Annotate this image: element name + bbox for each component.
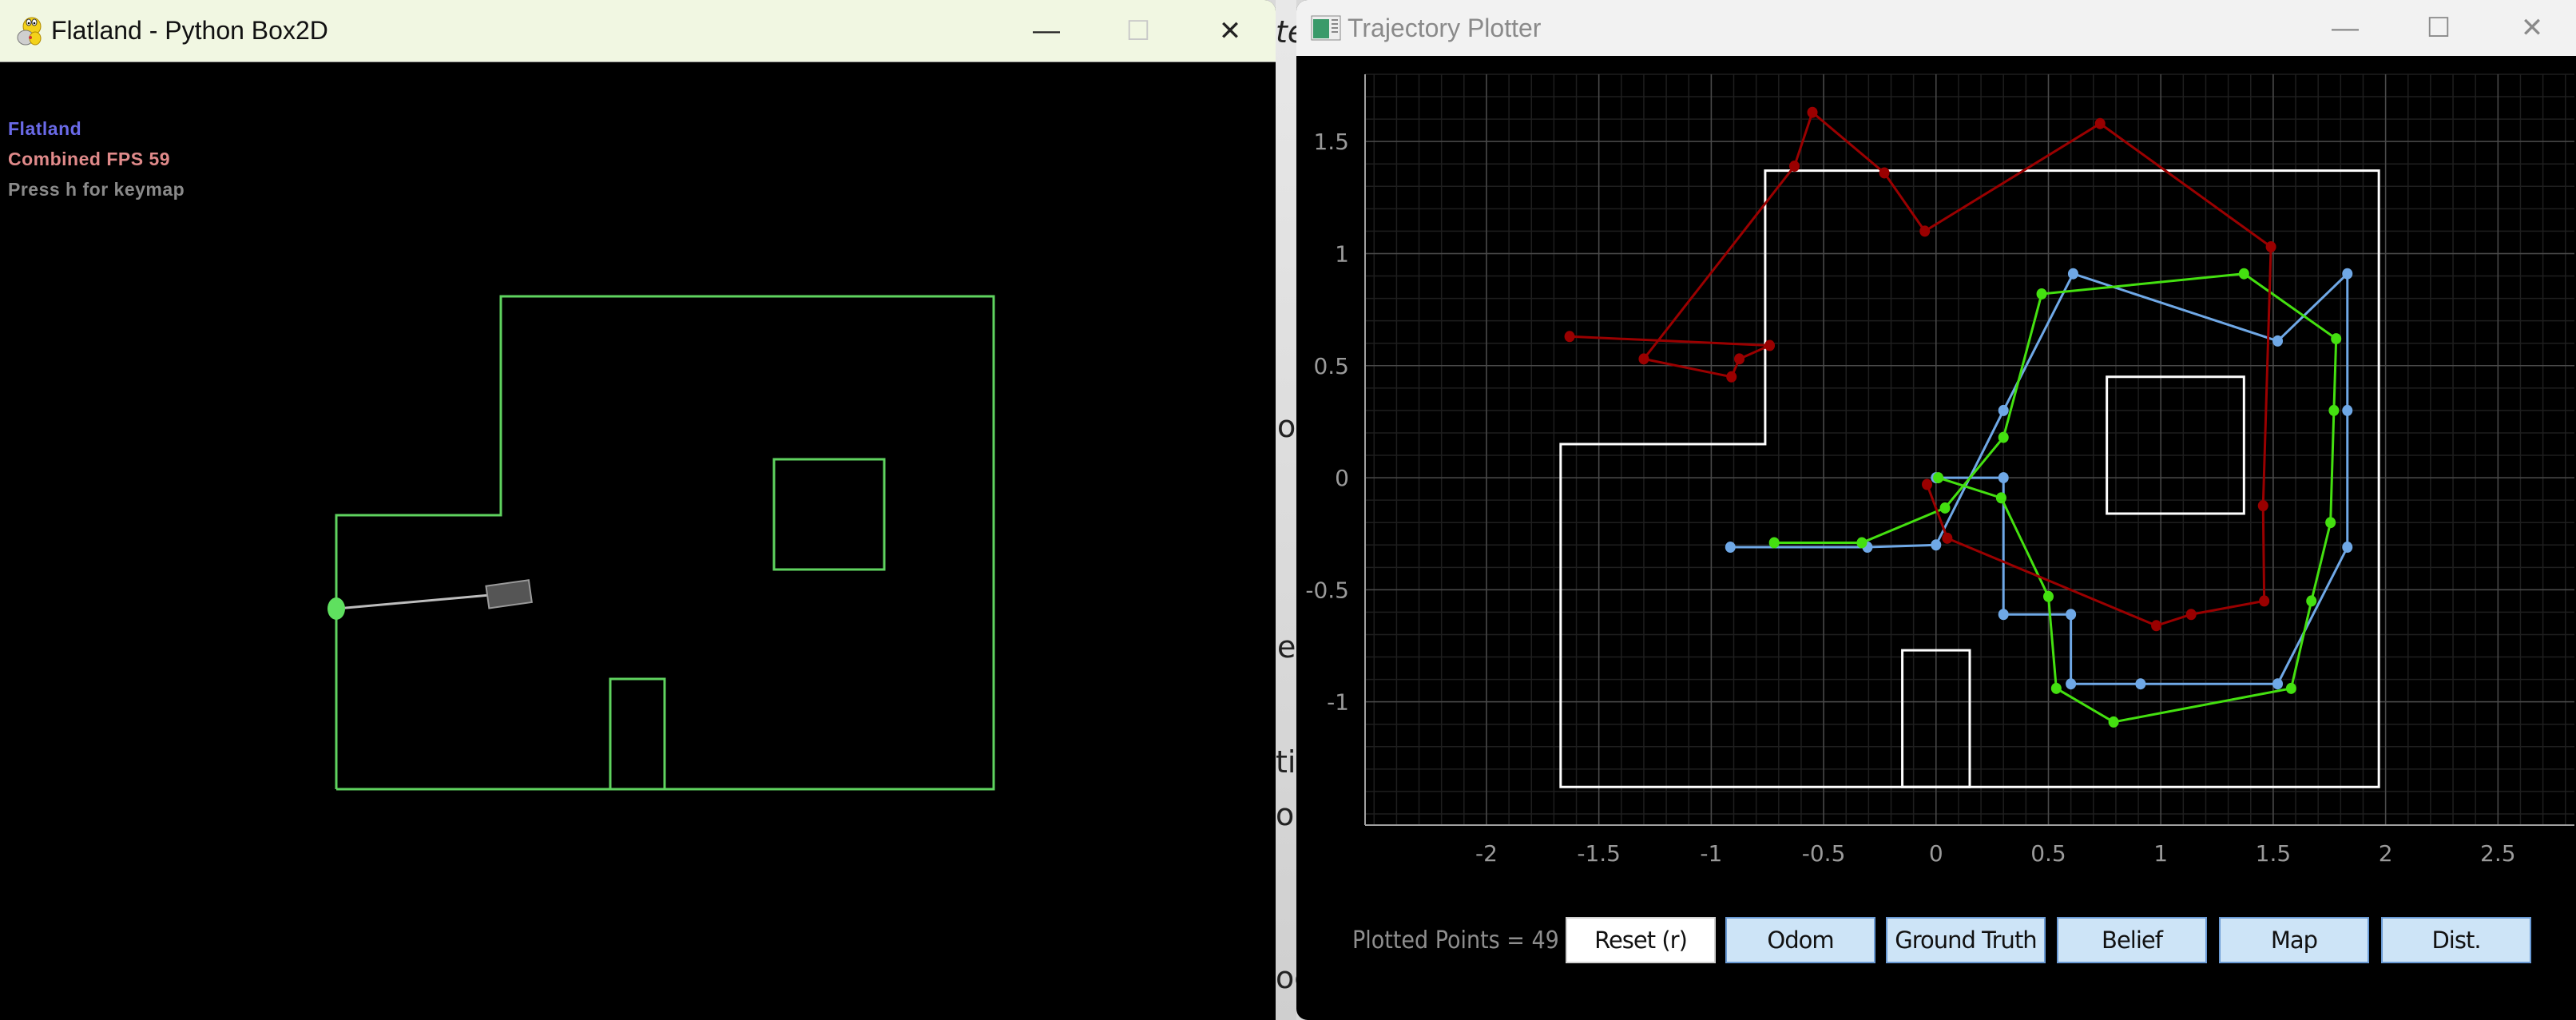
world-obstacle-post [609, 677, 666, 789]
data-point-belief [2185, 609, 2197, 621]
data-point-ground-truth [1939, 502, 1951, 514]
data-point-belief [1919, 225, 1931, 237]
series-line-ground-truth [1774, 272, 2338, 724]
series-ground-truth [1768, 268, 2342, 728]
data-point-belief [1879, 167, 1890, 179]
data-point-belief [1942, 532, 1953, 544]
data-point-belief [1922, 478, 1933, 490]
series-line-belief [1570, 110, 2272, 627]
sensor-hit-marker [327, 597, 345, 620]
data-point-ground-truth [2328, 404, 2340, 416]
ground-truth-toggle-button[interactable]: Ground Truth [1886, 917, 2046, 963]
odom-toggle-button[interactable]: Odom [1725, 917, 1875, 963]
x-tick-label: 0.5 [2030, 840, 2066, 867]
trajectory-plotter-window: Trajectory Plotter — ☐ ✕ -2 -1.5 -1 -0.5 0 0.… [1296, 0, 2576, 1020]
robot [485, 579, 533, 609]
data-point-belief [1807, 106, 1818, 118]
series-belief [1564, 106, 2276, 632]
x-tick-label: 2.5 [2480, 840, 2516, 867]
flatland-window: Flatland - Python Box2D — ☐ ✕ Flatland C… [0, 0, 1276, 1020]
reset-button[interactable]: Reset (r) [1566, 917, 1716, 963]
data-point-odom [2066, 678, 2077, 690]
data-point-ground-truth [2050, 682, 2062, 694]
map-toggle-button[interactable]: Map [2219, 917, 2369, 963]
data-point-belief [2259, 595, 2270, 607]
x-tick-label: -1.5 [1577, 840, 1621, 867]
data-point-odom [1725, 542, 1736, 554]
plotter-controls: Plotted Points = 49 Reset (r) Odom Groun… [1296, 917, 2576, 965]
y-tick-label: -1 [1327, 689, 1349, 716]
data-point-ground-truth [1995, 492, 2006, 504]
data-point-belief [1564, 331, 1575, 343]
data-point-odom [2067, 268, 2078, 280]
data-point-odom [2342, 268, 2353, 280]
data-point-odom [1998, 472, 2009, 484]
data-point-odom [2342, 404, 2353, 416]
data-point-belief [2257, 500, 2268, 512]
background-text-fragment: o [1277, 409, 1296, 444]
data-point-ground-truth [1998, 431, 2009, 443]
plotted-points-count: Plotted Points = 49 [1352, 927, 1559, 955]
data-point-odom [1998, 609, 2009, 621]
x-tick-label: -0.5 [1802, 840, 1846, 867]
series-line-odom [1730, 271, 2349, 685]
data-point-ground-truth [2331, 333, 2342, 345]
map-wall [2106, 375, 2245, 515]
data-point-ground-truth [2042, 590, 2054, 602]
data-point-belief [1726, 371, 1737, 383]
trajectory-plot[interactable]: -2 -1.5 -1 -0.5 0 0.5 1 1.5 2 2.5 1.5 1 0.5 0 -0.5 -1 [1296, 0, 2576, 911]
x-tick-label: -2 [1475, 840, 1498, 867]
data-point-ground-truth [2306, 595, 2317, 607]
data-point-belief [2265, 241, 2276, 253]
data-point-ground-truth [1768, 537, 1780, 549]
data-point-belief [1764, 339, 1776, 351]
data-point-belief [1638, 353, 1649, 365]
y-tick-label: 1.5 [1313, 129, 1349, 155]
series-odom [1725, 268, 2353, 690]
data-point-ground-truth [2325, 517, 2336, 529]
data-point-odom [1931, 539, 1942, 551]
range-sensor-ray [336, 592, 509, 610]
y-tick-label: 0.5 [1313, 353, 1349, 379]
data-point-odom [2066, 609, 2077, 621]
data-point-belief [1734, 353, 1745, 365]
data-point-odom [2272, 335, 2284, 347]
background-text-fragment: e [1277, 629, 1296, 665]
data-point-ground-truth [2036, 288, 2047, 300]
data-point-belief [1788, 161, 1800, 173]
data-point-belief [2151, 620, 2162, 632]
flatland-world-canvas[interactable] [0, 0, 1276, 1020]
data-point-ground-truth [1933, 472, 1944, 484]
y-tick-label: 1 [1335, 240, 1349, 267]
data-point-belief [2094, 117, 2106, 129]
y-tick-label: -0.5 [1305, 577, 1349, 603]
background-window-strip [1276, 0, 1296, 1020]
belief-toggle-button[interactable]: Belief [2057, 917, 2207, 963]
dist-toggle-button[interactable]: Dist. [2381, 917, 2531, 963]
x-tick-label: 0 [1929, 840, 1943, 867]
data-point-ground-truth [2108, 716, 2119, 728]
data-point-ground-truth [2285, 682, 2296, 694]
x-tick-label: 1.5 [2256, 840, 2292, 867]
data-point-odom [2272, 678, 2284, 690]
data-point-odom [2342, 542, 2353, 554]
data-point-odom [1998, 404, 2009, 416]
x-tick-label: 1 [2153, 840, 2168, 867]
data-point-odom [2135, 678, 2146, 690]
data-point-ground-truth [1856, 537, 1868, 549]
x-tick-label: 2 [2379, 840, 2393, 867]
x-tick-label: -1 [1700, 840, 1722, 867]
data-point-ground-truth [2238, 268, 2249, 280]
y-tick-label: 0 [1335, 465, 1349, 491]
world-obstacle-box [772, 458, 886, 571]
